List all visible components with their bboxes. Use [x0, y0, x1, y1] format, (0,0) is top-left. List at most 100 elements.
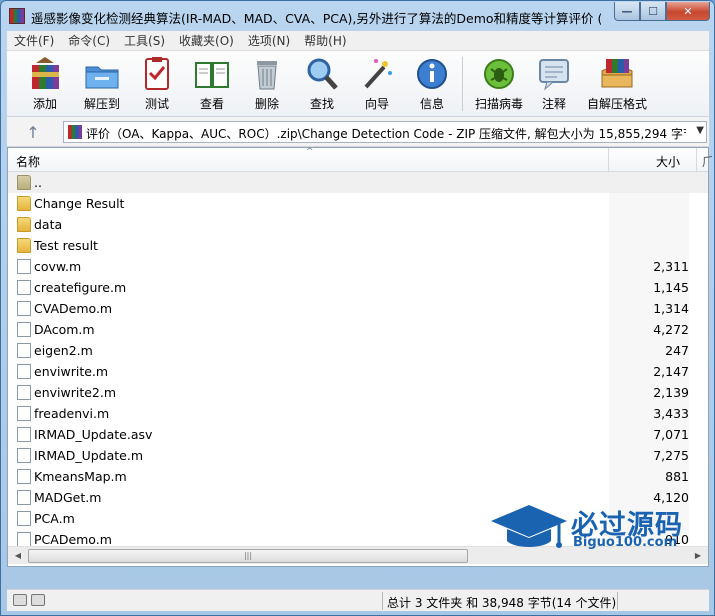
file-icon [17, 280, 31, 295]
list-header: 名称 ^ 大小 ⺁ [8, 147, 714, 172]
file-size: 881 [665, 469, 689, 484]
sort-ascending-icon: ^ [306, 147, 314, 157]
close-button[interactable]: ✕ [666, 2, 710, 21]
column-header-name[interactable]: 名称 [16, 153, 40, 170]
menu-favorites[interactable]: 收藏夹(O) [172, 32, 241, 49]
file-icon [17, 448, 31, 463]
key-icon[interactable] [31, 594, 45, 606]
test-icon [138, 55, 176, 93]
view-button[interactable]: 查看 [184, 55, 240, 113]
watermark-logo: 必过源码 Biguo100.com [489, 497, 701, 555]
drive-icon[interactable] [13, 594, 27, 606]
wizard-button[interactable]: 向导 [349, 55, 405, 113]
file-size: 1,145 [653, 280, 689, 295]
file-icon [17, 364, 31, 379]
list-item[interactable]: eigen2.m 247 [8, 340, 708, 361]
graduation-cap-icon [491, 505, 567, 548]
list-item[interactable]: Test result [8, 235, 708, 256]
scroll-thumb[interactable]: ||| [28, 549, 468, 563]
file-size: 3,433 [653, 406, 689, 421]
column-divider[interactable] [608, 148, 609, 172]
path-field[interactable]: 评价（OA、Kappa、AUC、ROC）.zip\Change Detectio… [63, 121, 707, 143]
title-bar[interactable]: 遥感影像变化检测经典算法(IR-MAD、MAD、CVA、PCA),另外进行了算法… [1, 1, 714, 31]
arrow-up-icon: ↑ [26, 122, 40, 142]
file-icon [17, 301, 31, 316]
column-header-packed[interactable]: ⺁ [702, 153, 714, 170]
file-name: Test result [34, 238, 98, 253]
file-icon [17, 511, 31, 526]
find-button[interactable]: 查找 [294, 55, 350, 113]
file-size: 1,314 [653, 301, 689, 316]
minimize-button[interactable]: — [614, 2, 640, 21]
folder-icon [17, 196, 31, 211]
list-item[interactable]: Change Result [8, 193, 708, 214]
folder-icon [17, 238, 31, 253]
menu-options[interactable]: 选项(N) [241, 32, 297, 49]
status-bar: 总计 3 文件夹 和 38,948 字节(14 个文件) [7, 589, 709, 611]
file-icon [17, 532, 31, 547]
file-icon [17, 406, 31, 421]
extract-to-icon [83, 55, 121, 93]
list-item[interactable]: enviwrite.m 2,147 [8, 361, 708, 382]
comment-label: 注释 [541, 97, 566, 111]
menu-commands[interactable]: 命令(C) [61, 32, 117, 49]
file-icon [17, 385, 31, 400]
column-divider[interactable] [696, 148, 697, 172]
menu-file[interactable]: 文件(F) [7, 32, 61, 49]
sfx-button[interactable]: 自解压格式 [585, 55, 649, 113]
list-item[interactable]: .. [8, 172, 708, 193]
add-button[interactable]: 添加 [17, 55, 73, 113]
file-size: 247 [665, 343, 689, 358]
file-name: eigen2.m [34, 343, 93, 358]
list-item[interactable]: createfigure.m 1,145 [8, 277, 708, 298]
list-item[interactable]: covw.m 2,311 [8, 256, 708, 277]
toolbar: 添加 解压到 测试 查看 删除 查找 向导 信息 扫描病毒 注释 自解压格式 [7, 51, 709, 117]
list-item[interactable]: DAcom.m 4,272 [8, 319, 708, 340]
parent-folder-icon [17, 175, 31, 190]
list-item[interactable]: CVADemo.m 1,314 [8, 298, 708, 319]
sfx-icon [598, 55, 636, 93]
delete-button[interactable]: 删除 [239, 55, 295, 113]
file-icon [17, 490, 31, 505]
file-icon [17, 322, 31, 337]
file-size: 2,139 [653, 385, 689, 400]
extract-to-button[interactable]: 解压到 [74, 55, 130, 113]
comment-button[interactable]: 注释 [526, 55, 582, 113]
menu-bar: 文件(F) 命令(C) 工具(S) 收藏夹(O) 选项(N) 帮助(H) [7, 31, 709, 51]
file-icon [17, 427, 31, 442]
file-size: 2,147 [653, 364, 689, 379]
file-name: CVADemo.m [34, 301, 113, 316]
file-size: 7,071 [653, 427, 689, 442]
test-button[interactable]: 测试 [129, 55, 185, 113]
virus-scan-button[interactable]: 扫描病毒 [468, 55, 530, 113]
archive-icon [68, 125, 82, 139]
file-name: IRMAD_Update.asv [34, 427, 153, 442]
file-name: IRMAD_Update.m [34, 448, 144, 463]
list-item[interactable]: freadenvi.m 3,433 [8, 403, 708, 424]
list-item[interactable]: IRMAD_Update.asv 7,071 [8, 424, 708, 445]
scroll-left-icon[interactable]: ◀ [10, 549, 26, 563]
up-folder-button[interactable]: ↑ [13, 120, 53, 144]
file-name: DAcom.m [34, 322, 95, 337]
window-title: 遥感影像变化检测经典算法(IR-MAD、MAD、CVA、PCA),另外进行了算法… [31, 11, 601, 26]
file-name: enviwrite2.m [34, 385, 117, 400]
watermark-text-en: Biguo100.com [573, 535, 678, 550]
comment-icon [535, 55, 573, 93]
info-button[interactable]: 信息 [404, 55, 460, 113]
list-item[interactable]: data [8, 214, 708, 235]
list-item[interactable]: enviwrite2.m 2,139 [8, 382, 708, 403]
file-icon [17, 259, 31, 274]
view-label: 查看 [199, 97, 224, 111]
menu-help[interactable]: 帮助(H) [297, 32, 353, 49]
maximize-button[interactable]: ☐ [640, 2, 666, 21]
file-name: KmeansMap.m [34, 469, 127, 484]
add-archive-icon [26, 55, 64, 93]
list-item[interactable]: KmeansMap.m 881 [8, 466, 708, 487]
menu-tools[interactable]: 工具(S) [117, 32, 172, 49]
dropdown-arrow-icon[interactable]: ▼ [696, 125, 704, 136]
column-header-size[interactable]: 大小 [656, 153, 680, 170]
path-text: 评价（OA、Kappa、AUC、ROC）.zip\Change Detectio… [86, 127, 686, 141]
file-icon [17, 469, 31, 484]
delete-label: 删除 [254, 97, 279, 111]
list-item[interactable]: IRMAD_Update.m 7,275 [8, 445, 708, 466]
